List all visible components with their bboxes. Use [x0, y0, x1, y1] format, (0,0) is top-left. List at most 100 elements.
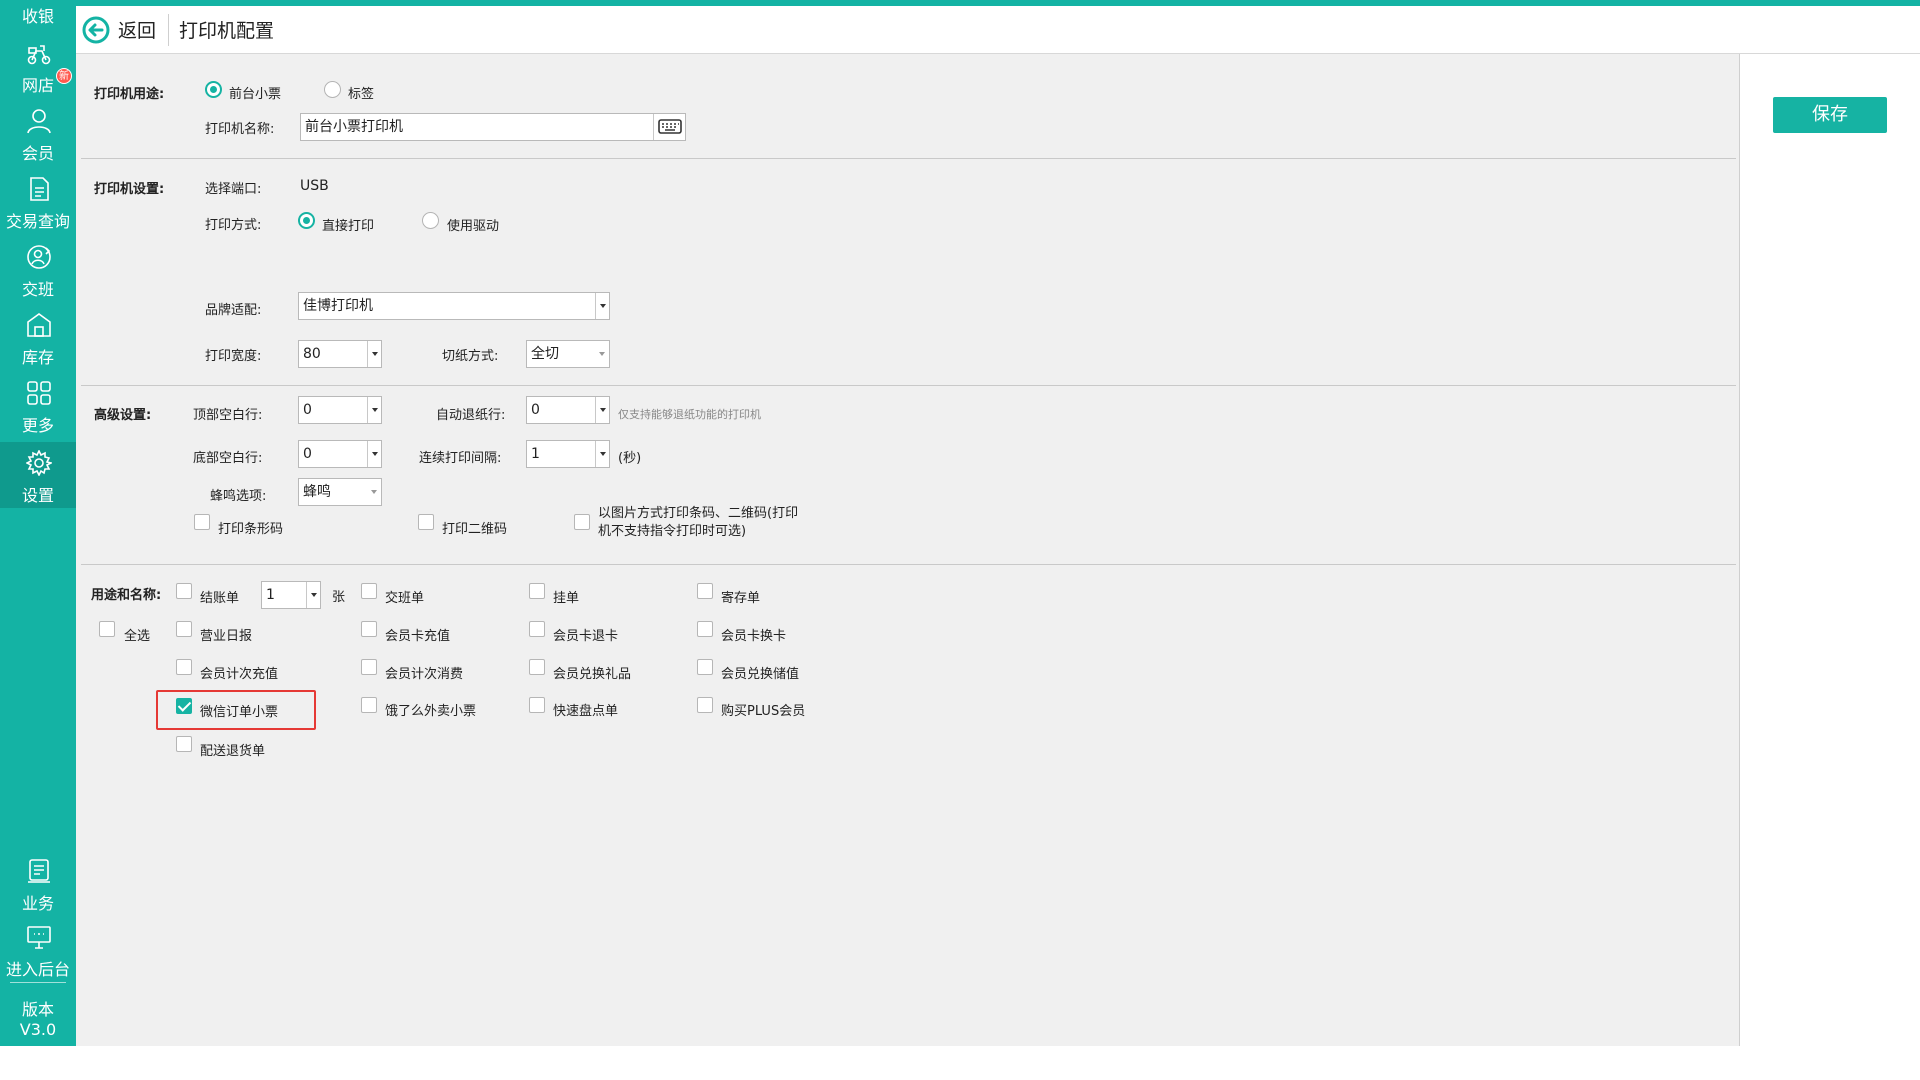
cut-mode-select[interactable]: 全切 [526, 340, 610, 368]
section-divider [81, 564, 1736, 565]
save-button[interactable]: 保存 [1773, 97, 1887, 133]
back-button[interactable]: 返回 [118, 16, 156, 43]
count-recharge-label[interactable]: 会员计次充值 [200, 663, 278, 682]
interval-value: 1 [531, 446, 540, 462]
sidebar-item-business[interactable]: 业务 [0, 850, 76, 916]
usage-option-receipt[interactable]: 前台小票 [229, 83, 281, 102]
usage-option-label[interactable]: 标签 [348, 83, 374, 102]
top-blank-select[interactable]: 0 [298, 396, 382, 424]
bottom-blank-select[interactable]: 0 [298, 440, 382, 468]
sidebar-item-shift[interactable]: 交班 [0, 236, 76, 302]
stored-exchange-label[interactable]: 会员兑换储值 [721, 663, 799, 682]
shift-label[interactable]: 交班单 [385, 587, 424, 606]
header: 返回 打印机配置 [76, 6, 1920, 54]
section-divider [81, 158, 1736, 159]
gift-exchange-checkbox[interactable] [529, 659, 545, 675]
port-label: 选择端口: [205, 182, 262, 197]
sidebar-item-settings[interactable]: 设置 [0, 442, 76, 508]
sidebar-item-label: 库存 [21, 348, 54, 367]
chevron-down-icon[interactable] [367, 479, 381, 505]
interval-select[interactable]: 1 [526, 440, 610, 468]
usage-radio-receipt[interactable] [205, 81, 222, 98]
image-mode-label[interactable]: 以图片方式打印条码、二维码(打印 机不支持指令打印时可选) [598, 505, 798, 541]
mode-option-driver[interactable]: 使用驱动 [447, 215, 499, 234]
auto-feed-select[interactable]: 0 [526, 396, 610, 424]
mode-radio-driver[interactable] [422, 212, 439, 229]
top-blank-value: 0 [303, 402, 312, 418]
eleme-checkbox[interactable] [361, 697, 377, 713]
delivery-return-checkbox[interactable] [176, 736, 192, 752]
checkout-label[interactable]: 结账单 [200, 587, 239, 606]
print-barcode-checkbox[interactable] [194, 514, 210, 530]
copies-select[interactable]: 1 [261, 581, 321, 609]
chevron-down-icon[interactable] [595, 441, 609, 467]
hold-checkbox[interactable] [529, 583, 545, 599]
chevron-down-icon[interactable] [367, 441, 381, 467]
chevron-down-icon[interactable] [367, 341, 381, 367]
beep-select[interactable]: 蜂鸣 [298, 478, 382, 506]
chevron-down-icon[interactable] [595, 293, 609, 319]
deposit-label[interactable]: 寄存单 [721, 587, 760, 606]
eleme-label[interactable]: 饿了么外卖小票 [385, 700, 476, 719]
mode-option-direct[interactable]: 直接打印 [322, 215, 374, 234]
quick-stock-checkbox[interactable] [529, 697, 545, 713]
select-all-label[interactable]: 全选 [124, 625, 150, 644]
usage-section-label: 打印机用途: [94, 87, 165, 102]
daily-report-label[interactable]: 营业日报 [200, 625, 252, 644]
sidebar-item-inventory[interactable]: 库存 [0, 304, 76, 370]
card-exchange-checkbox[interactable] [697, 621, 713, 637]
print-width-select[interactable]: 80 [298, 340, 382, 368]
select-all-checkbox[interactable] [99, 621, 115, 637]
sidebar-item-label: 更多 [21, 416, 54, 435]
chevron-down-icon[interactable] [595, 397, 609, 423]
daily-report-checkbox[interactable] [176, 621, 192, 637]
card-refund-checkbox[interactable] [529, 621, 545, 637]
shift-checkbox[interactable] [361, 583, 377, 599]
hold-label[interactable]: 挂单 [553, 587, 579, 606]
printer-name-label: 打印机名称: [205, 122, 275, 137]
mode-radio-direct[interactable] [298, 212, 315, 229]
user-icon [27, 109, 51, 134]
print-barcode-label[interactable]: 打印条形码 [218, 518, 283, 537]
bottom-blank-value: 0 [303, 446, 312, 462]
plus-member-checkbox[interactable] [697, 697, 713, 713]
usage-radio-label[interactable] [324, 81, 341, 98]
count-consume-checkbox[interactable] [361, 659, 377, 675]
chevron-down-icon[interactable] [306, 582, 320, 608]
checkout-checkbox[interactable] [176, 583, 192, 599]
sidebar-item-transactions[interactable]: 交易查询 [0, 168, 76, 234]
keyboard-button[interactable] [653, 114, 685, 140]
card-refund-label[interactable]: 会员卡退卡 [553, 625, 618, 644]
sidebar-item-more[interactable]: 更多 [0, 372, 76, 438]
sidebar-item-online-store[interactable]: 新 网店 [0, 32, 76, 98]
chevron-down-icon[interactable] [595, 341, 609, 367]
delivery-return-label[interactable]: 配送退货单 [200, 740, 265, 759]
wechat-order-label[interactable]: 微信订单小票 [200, 701, 278, 720]
card-recharge-label[interactable]: 会员卡充值 [385, 625, 450, 644]
back-arrow-icon[interactable] [82, 16, 110, 44]
count-consume-label[interactable]: 会员计次消费 [385, 663, 463, 682]
sidebar-item-member[interactable]: 会员 [0, 100, 76, 166]
deposit-checkbox[interactable] [697, 583, 713, 599]
quick-stock-label[interactable]: 快速盘点单 [553, 700, 618, 719]
sidebar-item-cashier[interactable]: 收银 [0, 3, 76, 27]
count-recharge-checkbox[interactable] [176, 659, 192, 675]
plus-member-label[interactable]: 购买PLUS会员 [721, 700, 805, 719]
header-divider [168, 14, 169, 46]
print-qrcode-label[interactable]: 打印二维码 [442, 518, 507, 537]
image-mode-line1: 以图片方式打印条码、二维码(打印 [598, 506, 799, 521]
chevron-down-icon[interactable] [367, 397, 381, 423]
image-mode-checkbox[interactable] [574, 514, 590, 530]
sidebar-item-label: 交班 [21, 280, 54, 299]
cut-mode-label: 切纸方式: [442, 349, 499, 364]
print-qrcode-checkbox[interactable] [418, 514, 434, 530]
wechat-order-checkbox[interactable] [176, 698, 192, 714]
sidebar-item-backoffice[interactable]: 进入后台 [0, 916, 76, 982]
brand-select[interactable]: 佳博打印机 [298, 292, 610, 320]
stored-exchange-checkbox[interactable] [697, 659, 713, 675]
printer-name-input[interactable]: 前台小票打印机 [300, 113, 686, 141]
card-exchange-label[interactable]: 会员卡换卡 [721, 625, 786, 644]
card-recharge-checkbox[interactable] [361, 621, 377, 637]
sidebar-item-label: 进入后台 [5, 960, 70, 979]
gift-exchange-label[interactable]: 会员兑换礼品 [553, 663, 631, 682]
